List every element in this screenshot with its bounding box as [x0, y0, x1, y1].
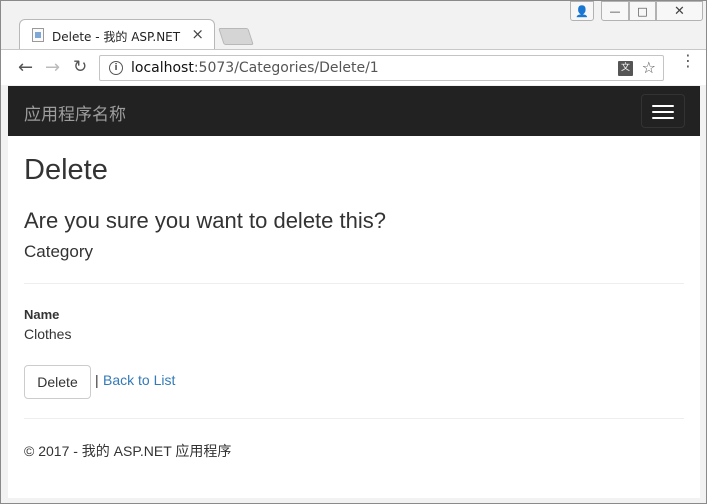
maximize-button[interactable]: □	[629, 1, 656, 21]
back-to-list-link[interactable]: Back to List	[103, 372, 175, 388]
forward-arrow-icon[interactable]: →	[45, 57, 60, 78]
divider	[24, 283, 684, 284]
field-value-name: Clothes	[24, 326, 72, 342]
title-bar: Delete - 我的 ASP.NET × 👤 — □ ✕	[1, 1, 706, 49]
url-path: :5073/Categories/Delete/1	[193, 60, 379, 76]
browser-tab[interactable]: Delete - 我的 ASP.NET ×	[19, 19, 215, 49]
close-window-button[interactable]: ✕	[656, 1, 703, 21]
minimize-button[interactable]: —	[601, 1, 629, 21]
bookmark-star-icon[interactable]: ☆	[642, 58, 656, 77]
new-tab-button[interactable]	[218, 28, 254, 45]
hamburger-icon-bar	[652, 105, 674, 107]
hamburger-icon-bar	[652, 111, 674, 113]
url-host: localhost	[131, 60, 194, 76]
page-icon	[32, 28, 44, 42]
back-arrow-icon[interactable]: ←	[18, 57, 33, 78]
tab-title: Delete - 我的 ASP.NET	[52, 30, 181, 44]
delete-button[interactable]: Delete	[24, 365, 91, 399]
page-viewport: 应用程序名称 Delete Are you sure you want to d…	[8, 86, 700, 498]
footer-divider	[24, 418, 684, 419]
tab-close-icon[interactable]: ×	[191, 25, 204, 43]
entity-heading: Category	[24, 242, 93, 261]
hamburger-icon-bar	[652, 117, 674, 119]
navbar: 应用程序名称	[8, 86, 700, 136]
reload-icon[interactable]: ↻	[73, 57, 87, 77]
page-title: Delete	[24, 154, 108, 186]
navbar-toggle-button[interactable]	[641, 94, 685, 128]
field-label-name: Name	[24, 307, 60, 322]
browser-menu-icon[interactable]: ⋮	[680, 53, 696, 69]
brand-link[interactable]: 应用程序名称	[24, 100, 126, 125]
separator: |	[95, 372, 99, 388]
confirm-question: Are you sure you want to delete this?	[24, 208, 386, 233]
browser-toolbar: ← → ↻ i localhost:5073/Categories/Delete…	[1, 49, 706, 85]
browser-window: Delete - 我的 ASP.NET × 👤 — □ ✕ ← → ↻ i lo…	[0, 0, 707, 504]
address-bar[interactable]: i localhost:5073/Categories/Delete/1 文 ☆	[99, 55, 664, 81]
info-icon[interactable]: i	[109, 61, 123, 75]
user-icon[interactable]: 👤	[570, 1, 594, 21]
url-text[interactable]: localhost:5073/Categories/Delete/1	[131, 60, 379, 76]
translate-icon[interactable]: 文	[618, 61, 633, 76]
footer-text: © 2017 - 我的 ASP.NET 应用程序	[24, 443, 232, 459]
